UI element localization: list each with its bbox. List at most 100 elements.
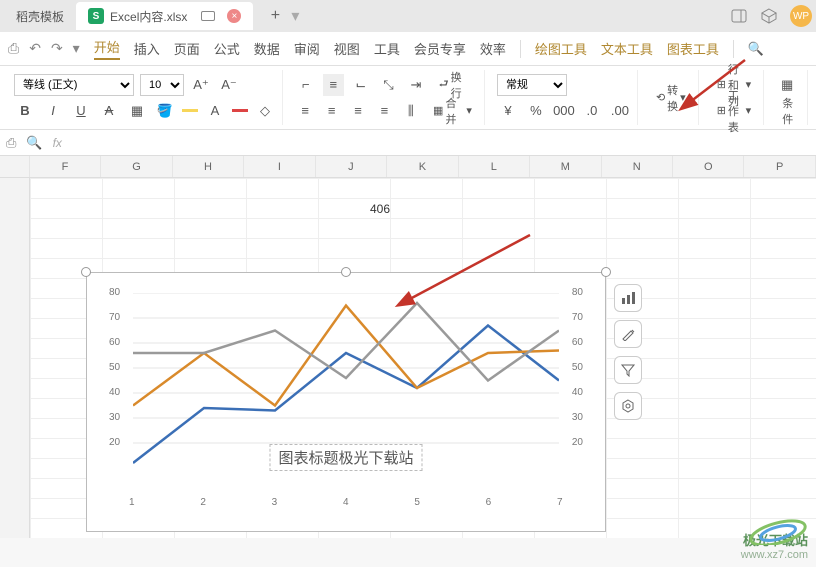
resize-handle[interactable] (601, 267, 611, 277)
menu-text-tools[interactable]: 文本工具 (601, 39, 653, 58)
worksheet-button[interactable]: ⊞ 工作表 ▾ (711, 100, 758, 122)
separator (520, 40, 521, 58)
tab-template[interactable]: 稻壳模板 (4, 2, 76, 30)
font-size-select[interactable]: 10 (140, 74, 184, 96)
menu-review[interactable]: 审阅 (294, 39, 320, 58)
col-header[interactable]: H (173, 156, 244, 177)
y-tick: 60 (109, 337, 120, 348)
menu-page[interactable]: 页面 (174, 39, 200, 58)
select-all[interactable] (0, 156, 30, 177)
decrease-font-icon[interactable]: A⁻ (218, 74, 240, 96)
merge-button[interactable]: ▦ 合并 ▾ (427, 100, 478, 122)
grid[interactable]: 406 20304050607080 20304050607080 123456… (0, 178, 816, 538)
wrap-button[interactable]: ⮐ 换行 (433, 74, 478, 96)
menu-bar: ⎙ ↶ ↷ ▾ 开始 插入 页面 公式 数据 审阅 视图 工具 会员专享 效率 … (0, 32, 816, 66)
strike-button[interactable]: A (98, 100, 120, 122)
formula-input[interactable] (72, 136, 810, 150)
align-middle-icon[interactable]: ≡ (323, 74, 345, 96)
increase-decimal-icon[interactable]: .00 (609, 100, 631, 122)
menu-tools[interactable]: 工具 (374, 39, 400, 58)
y-tick: 60 (572, 337, 583, 348)
thousands-icon[interactable]: 000 (553, 100, 575, 122)
tab-menu-icon[interactable]: ▾ (291, 6, 299, 26)
menu-draw-tools[interactable]: 绘图工具 (535, 39, 587, 58)
chart-settings-button[interactable] (614, 392, 642, 420)
distribute-icon[interactable]: ⫼ (401, 100, 421, 122)
menu-data[interactable]: 数据 (254, 39, 280, 58)
redo-icon[interactable]: ↷ (51, 40, 63, 57)
align-top-icon[interactable]: ⌐ (295, 74, 317, 96)
zoom-icon[interactable]: 🔍 (26, 135, 42, 151)
chart-object[interactable]: 20304050607080 20304050607080 1234567 图表… (86, 272, 606, 532)
tab-active[interactable]: S Excel内容.xlsx × (76, 2, 253, 30)
col-header[interactable]: K (387, 156, 458, 177)
font-color-icon[interactable]: A (204, 100, 226, 122)
chart-filter-button[interactable] (614, 356, 642, 384)
col-header[interactable]: L (459, 156, 530, 177)
italic-button[interactable]: I (42, 100, 64, 122)
align-left-icon[interactable]: ≡ (295, 100, 315, 122)
col-header[interactable]: M (530, 156, 601, 177)
border-icon[interactable]: ▦ (126, 100, 148, 122)
menu-formula[interactable]: 公式 (214, 39, 240, 58)
watermark-url: www.xz7.com (741, 549, 808, 561)
menu-insert[interactable]: 插入 (134, 39, 160, 58)
underline-button[interactable]: U (70, 100, 92, 122)
col-header[interactable]: O (673, 156, 744, 177)
convert-button[interactable]: ⟲ 转换 ▾ (650, 87, 692, 109)
col-header[interactable]: F (30, 156, 101, 177)
justify-icon[interactable]: ≡ (374, 100, 394, 122)
avatar[interactable]: WP (790, 5, 812, 27)
col-header[interactable]: G (101, 156, 172, 177)
menu-chart-tools[interactable]: 图表工具 (667, 39, 719, 58)
conditional-button[interactable]: 条件 (776, 100, 801, 122)
col-header[interactable]: J (316, 156, 387, 177)
print-icon[interactable]: ⎙ (6, 135, 16, 151)
monitor-icon (201, 11, 215, 21)
align-bottom-icon[interactable]: ⌙ (350, 74, 372, 96)
increase-font-icon[interactable]: A⁺ (190, 74, 212, 96)
chart-elements-button[interactable] (614, 284, 642, 312)
menu-view[interactable]: 视图 (334, 39, 360, 58)
col-header[interactable]: P (744, 156, 815, 177)
y-tick: 30 (572, 412, 583, 423)
fx-label[interactable]: fx (53, 136, 62, 150)
close-icon[interactable]: × (227, 9, 241, 23)
align-center-icon[interactable]: ≡ (321, 100, 341, 122)
decrease-decimal-icon[interactable]: .0 (581, 100, 603, 122)
menu-efficiency[interactable]: 效率 (480, 39, 506, 58)
col-header[interactable]: I (244, 156, 315, 177)
panel-icon[interactable] (730, 7, 748, 25)
fill-color-icon[interactable]: 🪣 (154, 100, 176, 122)
clear-format-icon[interactable]: ◇ (254, 100, 276, 122)
percent-icon[interactable]: % (525, 100, 547, 122)
resize-handle[interactable] (81, 267, 91, 277)
cube-icon[interactable] (760, 7, 778, 25)
separator (733, 40, 734, 58)
dropdown-icon[interactable]: ▾ (73, 40, 80, 57)
orientation-icon[interactable]: ⤡ (378, 74, 400, 96)
y-tick: 50 (109, 362, 120, 373)
sheet-area: F G H I J K L M N O P 406 2030405060708 (0, 156, 816, 538)
indent-icon[interactable]: ⇥ (405, 74, 427, 96)
undo-icon[interactable]: ↶ (29, 40, 41, 57)
menu-start[interactable]: 开始 (94, 37, 120, 60)
bold-button[interactable]: B (14, 100, 36, 122)
tab-add-button[interactable]: + (263, 4, 287, 28)
y-tick: 50 (572, 362, 583, 373)
resize-handle[interactable] (341, 267, 351, 277)
align-right-icon[interactable]: ≡ (348, 100, 368, 122)
row-headers (0, 178, 30, 538)
currency-icon[interactable]: ¥ (497, 100, 519, 122)
format-icon[interactable]: ▦ (776, 74, 798, 96)
font-name-select[interactable]: 等线 (正文) (14, 74, 134, 96)
search-icon[interactable]: 🔍 (748, 41, 764, 57)
x-tick: 3 (272, 497, 278, 508)
chart-style-button[interactable] (614, 320, 642, 348)
menu-member[interactable]: 会员专享 (414, 39, 466, 58)
number-format-select[interactable]: 常规 (497, 74, 567, 96)
spreadsheet-icon: S (88, 8, 104, 24)
col-header[interactable]: N (602, 156, 673, 177)
chart-title[interactable]: 图表标题极光下载站 (269, 444, 422, 471)
save-icon[interactable]: ⎙ (8, 40, 19, 57)
